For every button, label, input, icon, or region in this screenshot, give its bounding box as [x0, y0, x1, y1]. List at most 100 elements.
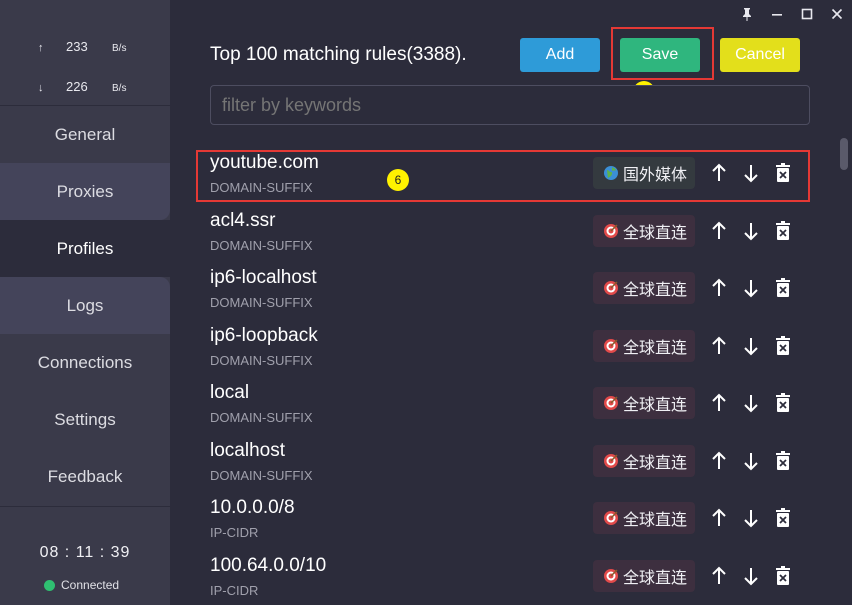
- policy-label: 全球直连: [623, 224, 688, 242]
- sidebar: ↑ 233 B/s ↓ 226 B/s General Proxies Prof…: [0, 0, 170, 605]
- policy-selector[interactable]: 全球直连: [593, 387, 696, 419]
- rule-name: 100.64.0.0/10: [210, 554, 327, 576]
- delete-icon[interactable]: [772, 333, 794, 359]
- sidebar-item-general[interactable]: General: [0, 106, 170, 163]
- list-item[interactable]: local DOMAIN-SUFFIX 全球直连: [210, 375, 810, 433]
- delete-icon[interactable]: [772, 448, 794, 474]
- list-item[interactable]: ip6-loopback DOMAIN-SUFFIX 全球直连: [210, 318, 810, 376]
- sidebar-item-label: General: [54, 124, 116, 144]
- move-up-icon[interactable]: [708, 275, 730, 301]
- save-highlight-box: [611, 27, 714, 80]
- rules-list: youtube.com DOMAIN-SUFFIX 国外媒体 acl4.ssr …: [210, 145, 810, 605]
- download-unit: B/s: [112, 83, 127, 94]
- rule-name: ip6-localhost: [210, 267, 317, 288]
- sidebar-nav: General Proxies Profiles Logs Connection…: [0, 106, 170, 505]
- connection-status: Connected: [44, 578, 119, 592]
- policy-label: 全球直连: [623, 339, 688, 357]
- sidebar-item-label: Settings: [54, 409, 116, 429]
- rule-type: DOMAIN-SUFFIX: [210, 295, 313, 310]
- row-actions: [708, 275, 794, 301]
- sidebar-item-profiles[interactable]: Profiles: [0, 220, 170, 277]
- row-actions: [708, 505, 794, 531]
- target-icon: [604, 453, 618, 468]
- sidebar-item-connections[interactable]: Connections: [0, 334, 170, 391]
- row-highlight-box: [196, 150, 810, 202]
- list-item[interactable]: acl4.ssr DOMAIN-SUFFIX 全球直连: [210, 203, 810, 261]
- sidebar-item-feedback[interactable]: Feedback: [0, 448, 170, 505]
- delete-icon[interactable]: [772, 390, 794, 416]
- scrollbar[interactable]: [840, 138, 848, 170]
- row-actions: [708, 218, 794, 244]
- titlebar-controls: [712, 0, 852, 28]
- policy-selector[interactable]: 全球直连: [593, 329, 696, 362]
- delete-icon[interactable]: [772, 505, 794, 531]
- policy-label: 全球直连: [623, 282, 688, 299]
- download-value: 226: [66, 79, 88, 94]
- uptime-clock: 08 : 11 : 39: [39, 544, 131, 561]
- move-down-icon[interactable]: [740, 448, 762, 474]
- list-item[interactable]: localhost DOMAIN-SUFFIX 全球直连: [210, 433, 810, 491]
- rule-type: DOMAIN-SUFFIX: [210, 467, 313, 483]
- delete-icon[interactable]: [772, 275, 794, 301]
- move-up-icon[interactable]: [708, 218, 730, 244]
- target-icon: [604, 281, 618, 295]
- download-arrow-icon: ↓: [38, 82, 44, 94]
- page-title: Top 100 matching rules(3388).: [210, 44, 467, 65]
- sidebar-item-logs[interactable]: Logs: [0, 277, 170, 334]
- target-icon: [604, 568, 618, 583]
- move-down-icon[interactable]: [740, 333, 762, 359]
- status-dot-icon: [44, 579, 55, 591]
- list-item[interactable]: 10.0.0.0/8 IP-CIDR 全球直连: [210, 490, 810, 548]
- policy-selector[interactable]: 全球直连: [593, 559, 696, 592]
- rule-type: DOMAIN-SUFFIX: [210, 237, 313, 253]
- move-up-icon[interactable]: [708, 563, 730, 589]
- move-down-icon[interactable]: [740, 218, 762, 244]
- move-down-icon[interactable]: [740, 390, 762, 416]
- rule-name: acl4.ssr: [210, 209, 276, 231]
- minimize-icon[interactable]: [762, 0, 792, 28]
- upload-unit: B/s: [112, 43, 127, 54]
- pin-icon[interactable]: [732, 0, 762, 28]
- maximize-icon[interactable]: [792, 0, 822, 28]
- download-speed: ↓ 226 B/s: [38, 79, 126, 94]
- delete-icon[interactable]: [772, 563, 794, 589]
- move-down-icon[interactable]: [740, 563, 762, 589]
- sidebar-item-settings[interactable]: Settings: [0, 391, 170, 448]
- list-item[interactable]: ip6-localhost DOMAIN-SUFFIX 全球直连: [210, 260, 810, 318]
- move-down-icon[interactable]: [740, 275, 762, 301]
- rule-name: localhost: [210, 439, 285, 461]
- status-panel: 08 : 11 : 39 Connected: [0, 506, 170, 605]
- connection-status-label: Connected: [61, 578, 120, 592]
- move-down-icon[interactable]: [740, 505, 762, 531]
- row-actions: [708, 333, 794, 359]
- policy-selector[interactable]: 全球直连: [593, 214, 696, 247]
- policy-selector[interactable]: 全球直连: [593, 272, 696, 304]
- move-up-icon[interactable]: [708, 505, 730, 531]
- move-up-icon[interactable]: [708, 448, 730, 474]
- policy-selector[interactable]: 全球直连: [593, 502, 696, 534]
- list-item[interactable]: 100.64.0.0/10 IP-CIDR 全球直连: [210, 548, 810, 605]
- target-icon: [604, 223, 618, 238]
- sidebar-item-label: Proxies: [56, 181, 114, 201]
- filter-input[interactable]: [210, 85, 810, 125]
- close-icon[interactable]: [822, 0, 852, 28]
- sidebar-item-proxies[interactable]: Proxies: [0, 163, 170, 220]
- rule-type: DOMAIN-SUFFIX: [210, 352, 313, 368]
- delete-icon[interactable]: [772, 218, 794, 244]
- row-actions: [708, 448, 794, 474]
- sidebar-item-label: Profiles: [56, 238, 114, 258]
- rule-type: IP-CIDR: [210, 525, 259, 540]
- traffic-panel: ↑ 233 B/s ↓ 226 B/s: [0, 26, 170, 106]
- target-icon: [604, 511, 618, 525]
- app-window: ↑ 233 B/s ↓ 226 B/s General Proxies Prof…: [0, 0, 852, 605]
- sidebar-item-label: Feedback: [47, 466, 123, 486]
- add-button[interactable]: Add: [520, 38, 600, 72]
- move-up-icon[interactable]: [708, 390, 730, 416]
- policy-selector[interactable]: 全球直连: [593, 444, 696, 477]
- step-marker: 6: [387, 169, 409, 191]
- move-up-icon[interactable]: [708, 333, 730, 359]
- policy-label: 全球直连: [623, 454, 688, 472]
- upload-arrow-icon: ↑: [38, 42, 44, 54]
- cancel-button[interactable]: Cancel: [720, 38, 800, 72]
- rule-type: DOMAIN-SUFFIX: [210, 410, 313, 425]
